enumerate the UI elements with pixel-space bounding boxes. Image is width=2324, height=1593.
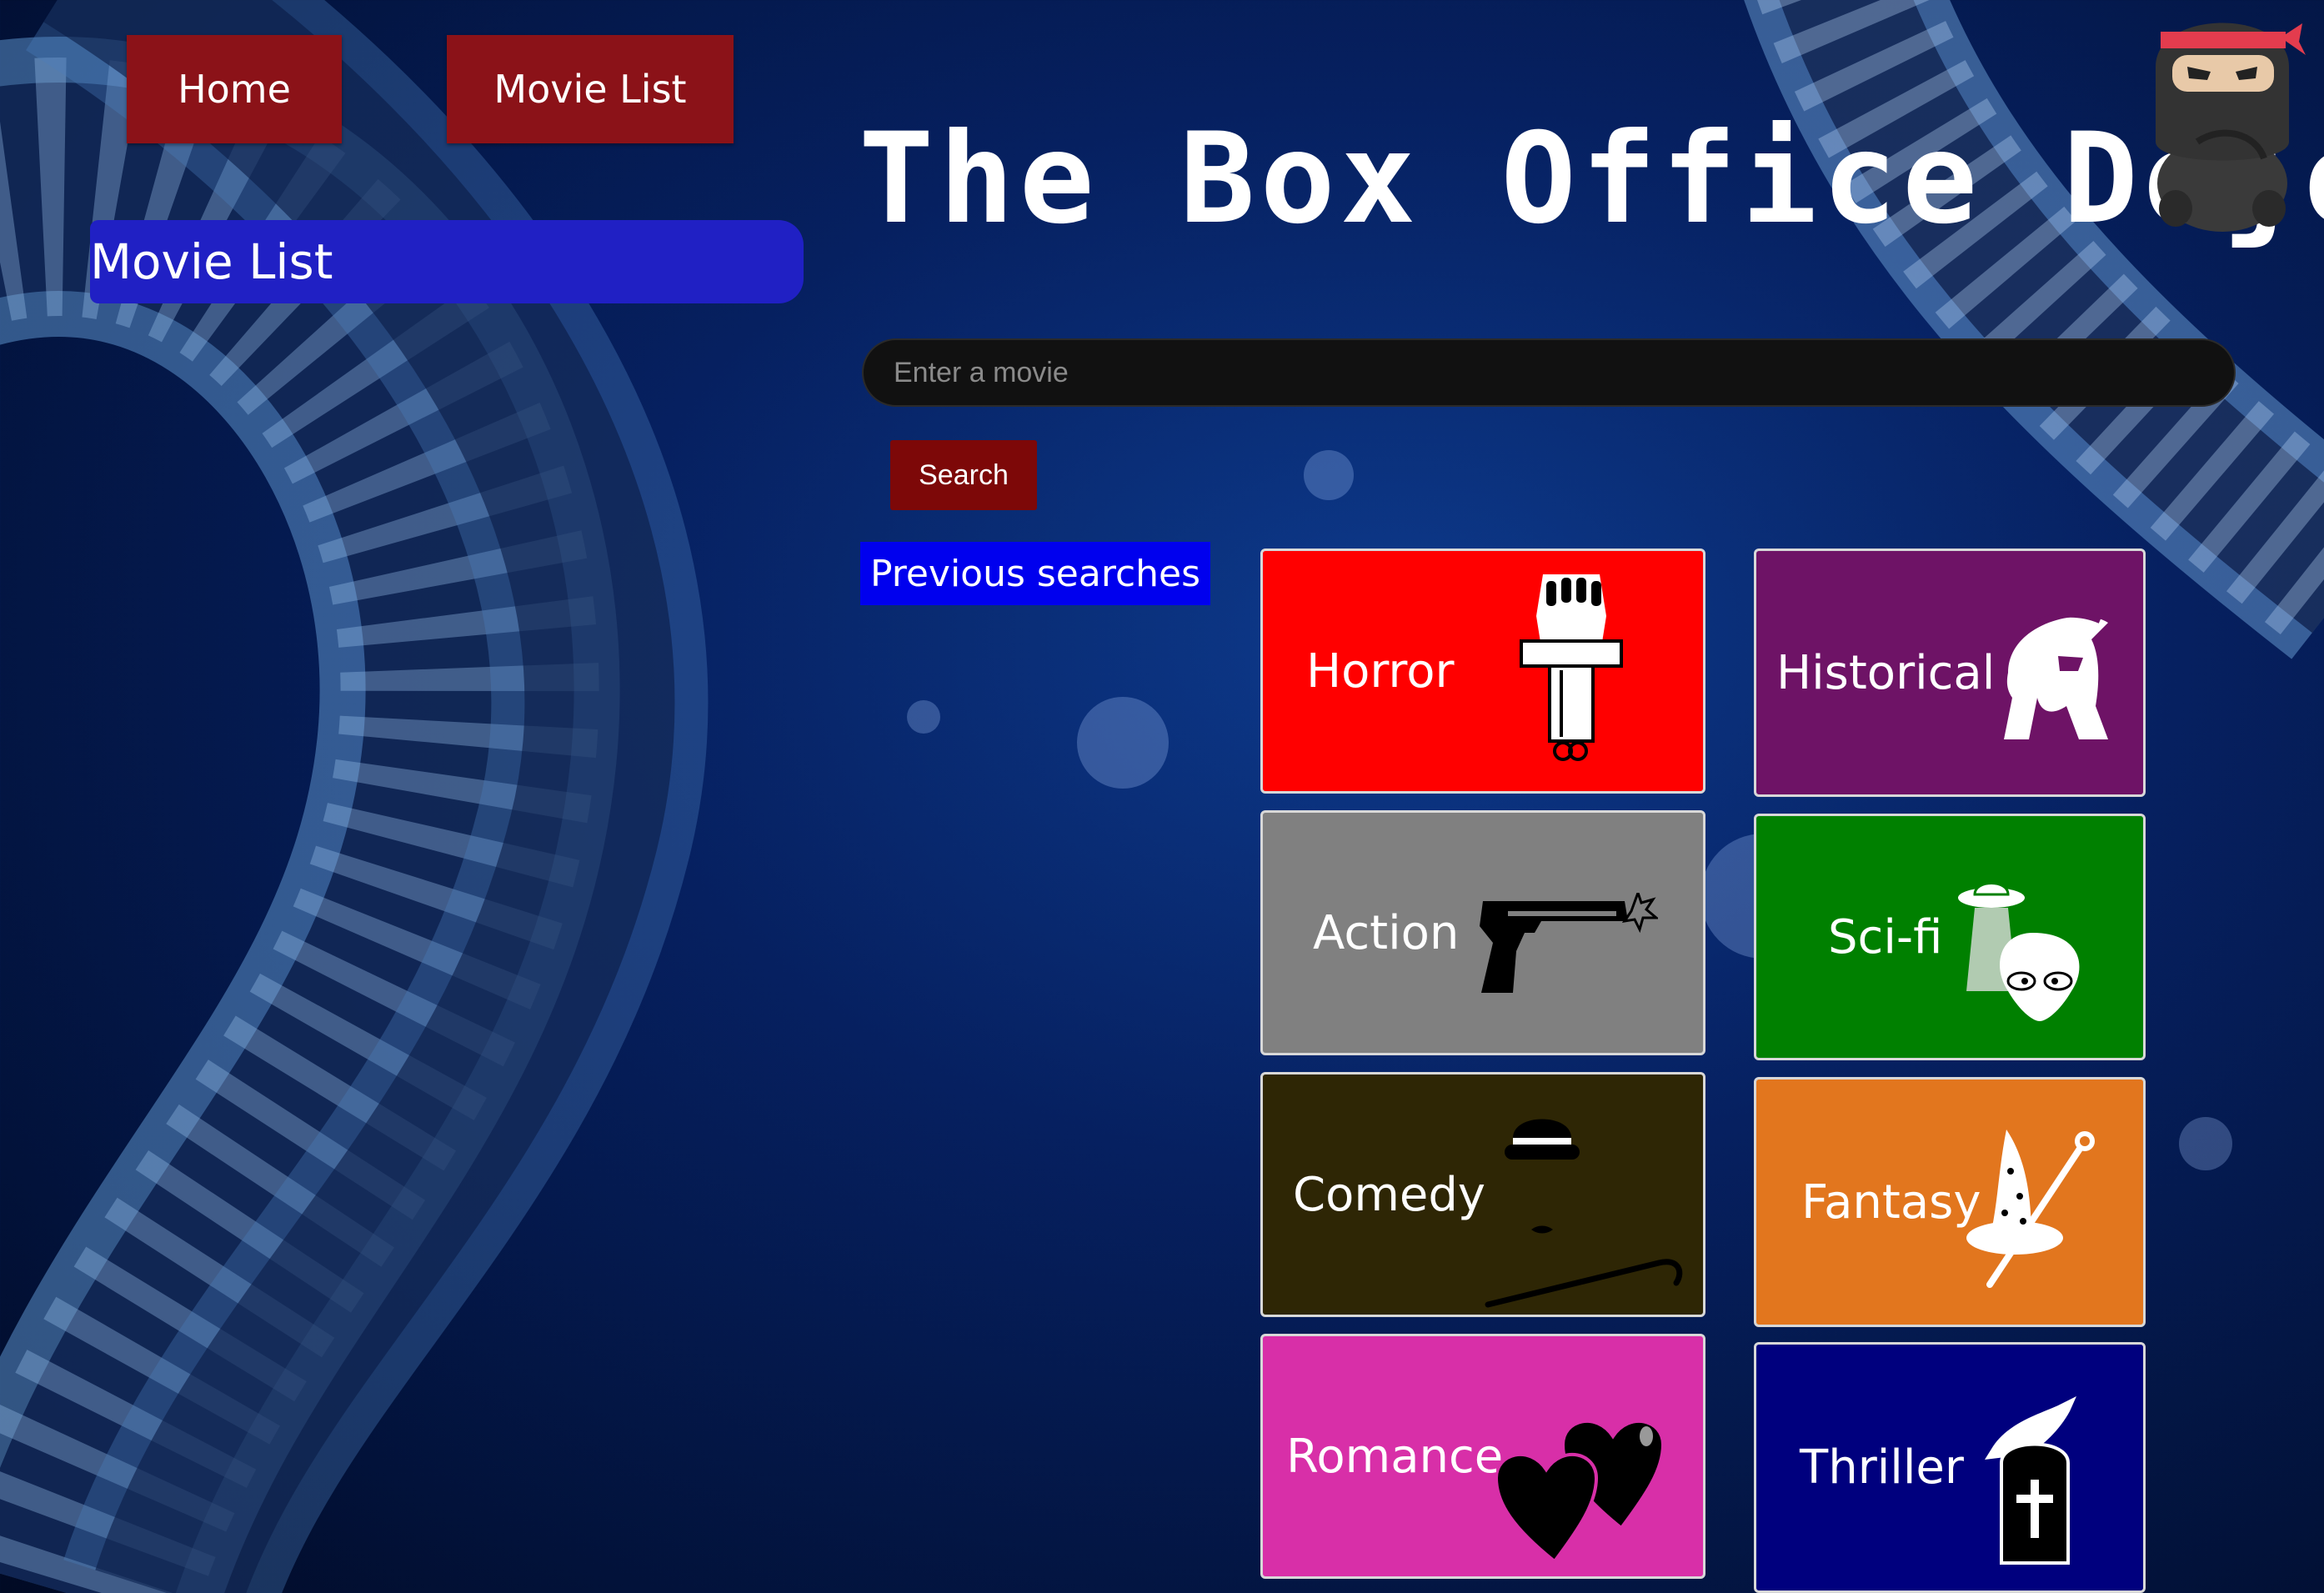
search-button[interactable]: Search [890,440,1037,510]
zombie-hand-icon [1520,574,1623,761]
bokeh-light [907,700,940,734]
genre-label: Thriller [1800,1440,1964,1495]
genre-label: Comedy [1293,1167,1486,1222]
movie-list-heading: Movie List [90,220,804,303]
genre-tile-thriller[interactable]: Thriller [1754,1342,2146,1593]
genre-label: Horror [1306,644,1455,699]
movie-search-input[interactable] [862,338,2236,407]
genre-tile-action[interactable]: Action [1260,810,1705,1055]
previous-searches-button[interactable]: Previous searches [860,542,1210,605]
genre-label: Action [1313,905,1460,960]
home-button[interactable]: Home [127,35,342,143]
bowler-hat-cane-icon [1485,1119,1683,1308]
genre-tile-fantasy[interactable]: Fantasy [1754,1077,2146,1327]
genre-tile-horror[interactable]: Horror [1260,549,1705,794]
spartan-helmet-icon [2004,612,2108,739]
genre-label: Romance [1286,1429,1504,1484]
genre-label: Historical [1776,645,1996,700]
genre-label: Sci-fi [1828,909,1943,964]
ninja-icon [2156,23,2306,232]
raven-tombstone-icon [1985,1396,2076,1565]
genre-tile-comedy[interactable]: Comedy [1260,1072,1705,1317]
bokeh-light [1077,697,1169,789]
hearts-icon [1496,1420,1665,1561]
movie-list-button[interactable]: Movie List [447,35,734,143]
site-title: The Box Office Dojo [859,107,2324,252]
pistol-icon [1480,893,1658,993]
bokeh-light [2179,1117,2232,1170]
wizard-hat-wand-icon [1966,1130,2095,1288]
genre-tile-sci-fi[interactable]: Sci-fi [1754,814,2146,1060]
genre-tile-romance[interactable]: Romance [1260,1334,1705,1579]
alien-ufo-icon [1958,882,2080,1021]
bokeh-light [1304,450,1354,500]
genre-label: Fantasy [1801,1175,1981,1230]
genre-tile-historical[interactable]: Historical [1754,549,2146,797]
